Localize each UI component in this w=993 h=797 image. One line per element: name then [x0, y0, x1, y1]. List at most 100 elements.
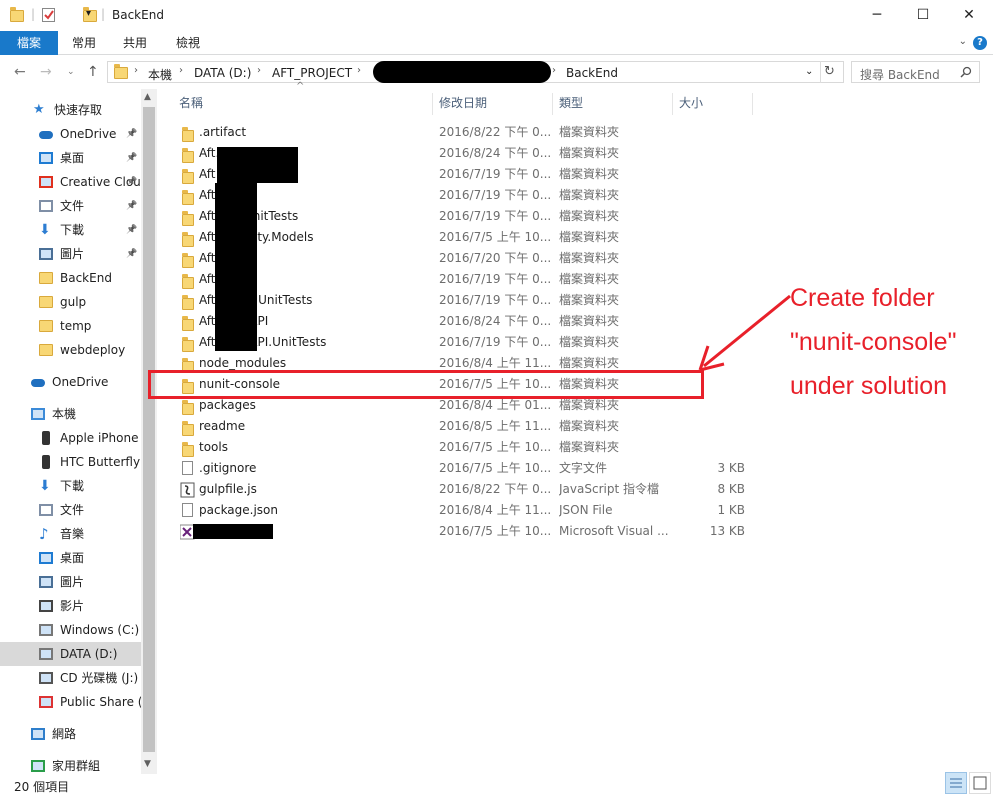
chevron-right-icon[interactable]: ›: [357, 65, 361, 76]
sidebar-item[interactable]: 圖片: [0, 570, 141, 594]
recent-locations-button[interactable]: ⌄: [67, 67, 75, 77]
sidebar-item[interactable]: 本機: [0, 402, 141, 426]
picture-icon: [39, 248, 53, 260]
breadcrumb-data-drive[interactable]: DATA (D:): [194, 66, 251, 80]
navigation-scrollbar[interactable]: ▲ ▼: [141, 89, 157, 774]
chevron-down-icon[interactable]: ⌄: [959, 36, 967, 47]
table-row[interactable]: readme 2016/8/5 上午 11... 檔案資料夾: [173, 416, 756, 437]
back-button[interactable]: ←: [14, 64, 26, 80]
sidebar-item[interactable]: Creative Cloud 📌: [0, 170, 141, 194]
sidebar-item[interactable]: ♪ 音樂: [0, 522, 141, 546]
sort-ascending-icon: ^: [296, 81, 305, 92]
table-row[interactable]: .gitignore 2016/7/5 上午 10... 文字文件 3 KB: [173, 458, 756, 479]
properties-icon[interactable]: [42, 8, 55, 22]
column-header-size[interactable]: 大小: [679, 89, 703, 117]
sidebar-item[interactable]: Apple iPhone: [0, 426, 141, 450]
table-row[interactable]: Aft .WebAPI.UnitTests 2016/7/19 下午 0... 檔案…: [173, 332, 756, 353]
document-icon: [39, 200, 53, 212]
table-row[interactable]: Aft .Proxy.UnitTests 2016/7/19 下午 0... 檔案資…: [173, 290, 756, 311]
sidebar-item[interactable]: ⬇ 下載: [0, 474, 141, 498]
sidebar-item[interactable]: gulp: [0, 290, 141, 314]
table-row[interactable]: tools 2016/7/5 上午 10... 檔案資料夾: [173, 437, 756, 458]
sidebar-item[interactable]: BackEnd: [0, 266, 141, 290]
sidebar-item[interactable]: Public Share (\\: [0, 690, 141, 714]
table-row[interactable]: Aft .Infra2016/7/20 下午 0...檔案資料夾: [173, 248, 756, 269]
sidebar-item[interactable]: OneDrive 📌: [0, 122, 141, 146]
file-date: 2016/7/19 下午 0...: [439, 209, 551, 223]
chevron-right-icon[interactable]: ›: [552, 65, 556, 76]
search-input[interactable]: 搜尋 BackEnd: [851, 61, 980, 83]
column-divider[interactable]: [432, 93, 433, 115]
minimize-button[interactable]: ─: [854, 0, 900, 31]
sidebar-item[interactable]: 文件: [0, 498, 141, 522]
table-row[interactable]: Aft .Identity.Models 2016/7/5 上午 10... 檔案資…: [173, 227, 756, 248]
sidebar-item[interactable]: HTC Butterfly s: [0, 450, 141, 474]
table-row[interactable]: package.json 2016/8/4 上午 11... JSON File 1 …: [173, 500, 756, 521]
chevron-right-icon[interactable]: ›: [179, 65, 183, 76]
sidebar-item[interactable]: ⬇ 下載 📌: [0, 218, 141, 242]
file-type: 檔案資料夾: [559, 167, 620, 181]
column-divider[interactable]: [752, 93, 753, 115]
chevron-right-icon[interactable]: ›: [257, 65, 261, 76]
column-header-type[interactable]: 類型: [559, 89, 583, 117]
table-row[interactable]: Aft .WebAPI2016/8/24 下午 0...檔案資料夾: [173, 311, 756, 332]
refresh-icon[interactable]: ↻: [824, 64, 835, 79]
sidebar-item-label: Public Share (\\: [60, 695, 141, 709]
chevron-down-icon[interactable]: ▾: [86, 8, 91, 26]
large-icons-view-button[interactable]: [969, 772, 991, 794]
chevron-down-icon[interactable]: ⌄: [805, 66, 813, 77]
maximize-button[interactable]: ☐: [900, 0, 946, 31]
sidebar-item[interactable]: 圖片 📌: [0, 242, 141, 266]
sidebar-item[interactable]: CD 光碟機 (J:): [0, 666, 141, 690]
pin-icon[interactable]: 📌: [126, 122, 137, 146]
scrollbar-thumb[interactable]: [143, 107, 155, 752]
table-row[interactable]: gulpfile.js 2016/8/22 下午 0... JavaScript 指…: [173, 479, 756, 500]
sidebar-item[interactable]: 影片: [0, 594, 141, 618]
close-button[interactable]: ✕: [946, 0, 992, 31]
tab-share[interactable]: 共用: [114, 31, 156, 55]
breadcrumb-backend[interactable]: BackEnd: [566, 66, 618, 80]
file-type: 檔案資料夾: [559, 293, 620, 307]
file-date: 2016/8/22 下午 0...: [439, 125, 551, 139]
sidebar-item[interactable]: 文件 📌: [0, 194, 141, 218]
file-type: 檔案資料夾: [559, 188, 620, 202]
breadcrumb-aft-project[interactable]: AFT_PROJECT: [272, 66, 352, 80]
chevron-right-icon[interactable]: ›: [134, 65, 138, 76]
tab-home[interactable]: 常用: [63, 31, 105, 55]
scroll-up-icon[interactable]: ▲: [144, 92, 151, 102]
pin-icon[interactable]: 📌: [126, 194, 137, 218]
sidebar-item[interactable]: 網路: [0, 722, 141, 746]
music-icon: ♪: [39, 525, 49, 543]
table-row[interactable]: .artifact 2016/8/22 下午 0... 檔案資料夾: [173, 122, 756, 143]
sidebar-item[interactable]: ★ 快速存取: [0, 98, 141, 122]
pin-icon[interactable]: 📌: [126, 242, 137, 266]
column-header-name[interactable]: 名稱: [179, 89, 203, 117]
tab-view[interactable]: 檢視: [167, 31, 209, 55]
address-bar[interactable]: › 本機 › DATA (D:) › AFT_PROJECT › › BackE…: [107, 61, 844, 83]
column-divider[interactable]: [552, 93, 553, 115]
forward-button[interactable]: →: [40, 64, 52, 80]
table-row[interactable]: Aft .Proxy2016/7/19 下午 0...檔案資料夾: [173, 269, 756, 290]
column-divider[interactable]: [672, 93, 673, 115]
pin-icon[interactable]: 📌: [126, 146, 137, 170]
sidebar-item[interactable]: temp: [0, 314, 141, 338]
sidebar-item[interactable]: 桌面 📌: [0, 146, 141, 170]
sidebar-item[interactable]: OneDrive: [0, 370, 141, 394]
sidebar-item[interactable]: DATA (D:): [0, 642, 141, 666]
pin-icon[interactable]: 📌: [126, 170, 137, 194]
scroll-down-icon[interactable]: ▼: [144, 759, 151, 769]
sidebar-item[interactable]: Windows (C:): [0, 618, 141, 642]
annotation-line-1: Create folder: [790, 284, 935, 312]
up-button[interactable]: ↑: [87, 64, 99, 80]
column-header-date[interactable]: 修改日期: [439, 89, 487, 117]
help-icon[interactable]: ?: [973, 36, 987, 50]
table-row[interactable]: Aft .BO.UnitTests 2016/7/19 下午 0... 檔案資料夾: [173, 206, 756, 227]
details-view-button[interactable]: [945, 772, 967, 794]
tab-file[interactable]: 檔案: [0, 31, 58, 55]
pin-icon[interactable]: 📌: [126, 218, 137, 242]
sidebar-item[interactable]: 桌面: [0, 546, 141, 570]
sidebar-item[interactable]: webdeploy: [0, 338, 141, 362]
sidebar-item-label: HTC Butterfly s: [60, 455, 141, 469]
table-row[interactable]: Aft .BO2016/7/19 下午 0...檔案資料夾: [173, 185, 756, 206]
breadcrumb-this-pc[interactable]: 本機: [148, 66, 172, 83]
